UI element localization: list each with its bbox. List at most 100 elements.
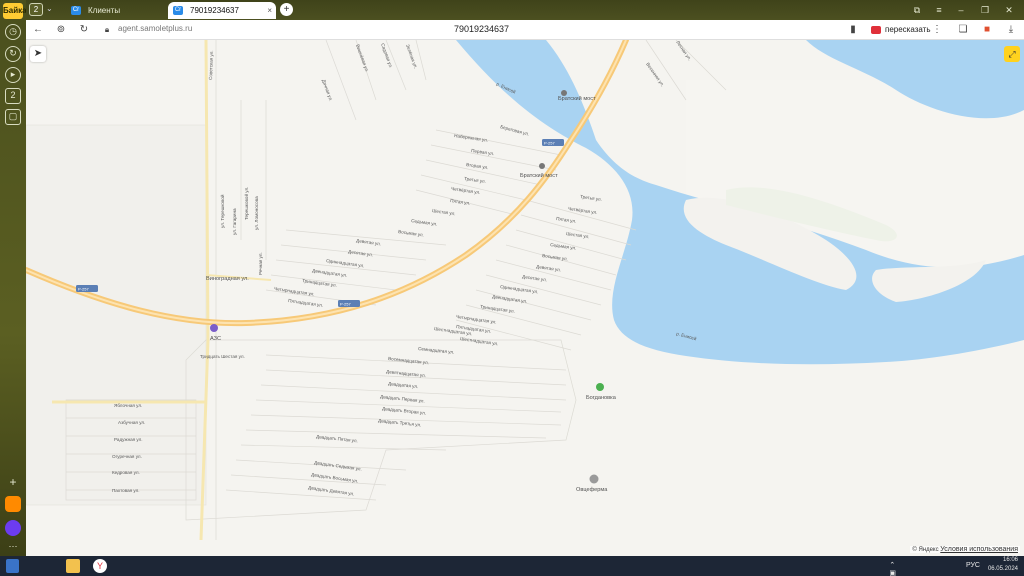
map-view[interactable]: Р-257 Р-257 Р-257 Братский мост Братский… <box>26 40 1024 556</box>
terms-link[interactable]: Условия использования <box>940 546 1018 553</box>
street-label: Десятая ул. <box>348 249 373 257</box>
browser-sidebar: Байка ◷ ↻ ▸ 2 ▢ + ⋯ <box>0 0 27 556</box>
tab-bar: 2 ⌄ Cr Клиенты Cr 79019234637 × + ⧉ ≡ – … <box>26 0 1024 20</box>
street-label: Двадцать Седьмая ул. <box>314 460 362 472</box>
bookmark-icon[interactable]: ▮ <box>846 23 860 37</box>
new-tab-button[interactable]: + <box>280 3 293 16</box>
tab-phone[interactable]: Cr 79019234637 × <box>168 2 276 19</box>
bridge-label: Братский мост <box>558 95 596 102</box>
address-bar: ← ⊚ ↻ 🔒︎ agent.samoletplus.ru 7901923463… <box>26 20 1024 40</box>
summarize-button[interactable]: пересказать <box>871 23 931 37</box>
street-label: Восьмая ул. <box>398 229 424 238</box>
street-label: Одиннадцатая ул. <box>500 284 539 294</box>
tab-favicon-icon: Cr <box>71 6 81 15</box>
extension-icon[interactable]: ■ <box>980 23 994 37</box>
expand-button[interactable]: ⤢ <box>1004 46 1020 62</box>
street-label: Тридцать Шестая ул. <box>200 354 245 359</box>
refresh-icon[interactable]: ↻ <box>5 46 21 62</box>
bridge-icon <box>539 163 545 169</box>
farm-label: Овцеферма <box>576 487 608 493</box>
street-label: Четвёртая ул. <box>568 206 598 215</box>
kebab-menu-icon[interactable]: ⋮ <box>930 23 944 37</box>
street-label: Яблочная ул. <box>114 403 142 408</box>
map-canvas[interactable]: Р-257 Р-257 Р-257 Братский мост Братский… <box>26 40 1024 556</box>
start-icon[interactable] <box>6 559 19 573</box>
street-label: Четырнадцатая ул. <box>456 314 497 325</box>
street-label: Двадцать Первая ул. <box>380 394 425 404</box>
clock-date[interactable]: 06.05.2024 <box>982 566 1018 572</box>
close-icon[interactable]: × <box>267 2 272 19</box>
street-label: Весенняя ул. <box>645 62 665 88</box>
street-label: Шестая ул. <box>432 208 456 216</box>
street-label: Третья ул. <box>464 176 486 184</box>
downloads-icon[interactable]: ⤓ <box>1004 23 1018 37</box>
street-label: Вторая ул. <box>466 162 489 170</box>
road-shield-label: Р-257 <box>340 302 351 307</box>
back-icon[interactable]: ← <box>31 23 45 37</box>
tab-manager-icon[interactable]: ⧉ <box>910 3 924 17</box>
street-label: Четвёртая ул. <box>451 186 481 195</box>
tab-label: 79019234637 <box>190 6 239 15</box>
street-label: Двадцать Третья ул. <box>378 418 422 428</box>
page-title: 79019234637 <box>454 24 510 34</box>
farm-icon <box>589 474 599 484</box>
locate-button[interactable]: ➤ <box>30 46 46 62</box>
collections-icon[interactable]: ▢ <box>5 109 21 125</box>
language-indicator[interactable]: РУС <box>966 562 980 569</box>
road-shield-label: Р-257 <box>78 287 89 292</box>
counter-badge[interactable]: 2 <box>5 88 21 104</box>
street-label: Двенадцатая ул. <box>492 294 528 304</box>
street-label: Речная ул. <box>258 252 263 275</box>
bridge-label: Братский мост <box>520 172 558 179</box>
street-label: Шестая ул. <box>566 231 590 239</box>
url-text[interactable]: agent.samoletplus.ru <box>118 24 192 33</box>
street-label: ул. Терешковой <box>219 194 225 228</box>
street-label: Десятая ул. <box>522 274 547 282</box>
street-label: Двадцать Вторая ул. <box>382 406 426 416</box>
street-label: Девятая ул. <box>356 238 382 246</box>
gas-station-label: АЗС <box>210 336 221 342</box>
street-label: Тринадцатая ул. <box>480 304 515 314</box>
more-icon[interactable]: ⋯ <box>5 540 21 556</box>
summarize-label: пересказать <box>885 25 931 34</box>
street-label: Пахтовая ул. <box>112 488 140 493</box>
history-icon[interactable]: ◷ <box>5 24 21 40</box>
street-label: Вишнёвая ул. <box>355 44 370 73</box>
street-label: Третья ул. <box>580 194 602 202</box>
close-window-icon[interactable]: ✕ <box>1002 3 1016 17</box>
protect-icon[interactable]: ⊚ <box>54 23 68 37</box>
street-label: Кедровая ул. <box>112 470 140 475</box>
street-label: Двадцать Пятая ул. <box>316 434 358 443</box>
street-label: Восьмая ул. <box>542 253 568 262</box>
street-label: Тринадцатая ул. <box>302 278 337 288</box>
chevron-down-icon[interactable]: ⌄ <box>46 4 53 13</box>
restore-icon[interactable]: ❐ <box>978 3 992 17</box>
file-explorer-icon[interactable] <box>66 559 80 573</box>
street-label: Береговая ул. <box>500 124 530 137</box>
browser-logo[interactable]: Байка <box>3 3 27 19</box>
street-label: Набережная ул. <box>454 133 489 143</box>
street-label: Садовая ул. <box>380 43 394 69</box>
mail-icon[interactable] <box>5 496 21 512</box>
street-label: Восемнадцатая ул. <box>388 356 429 365</box>
clock-time[interactable]: 16:06 <box>982 557 1018 563</box>
street-label: Одиннадцатая ул. <box>326 258 365 268</box>
alice-icon[interactable] <box>5 520 21 536</box>
add-icon[interactable]: + <box>5 476 21 492</box>
menu-icon[interactable]: ≡ <box>932 3 946 17</box>
minimize-icon[interactable]: – <box>954 3 968 17</box>
tray-icons[interactable]: ⌃ ▣ ◉ ▰ ◀︎ <box>889 561 896 576</box>
bookmarks-panel-icon[interactable]: ❏ <box>956 23 970 37</box>
street-label: Семнадцатая ул. <box>418 346 455 355</box>
street-label: ул. Ломоносова <box>254 196 259 230</box>
tab-counter[interactable]: 2 <box>29 3 43 16</box>
play-icon[interactable]: ▸ <box>5 67 21 83</box>
street-label: Пятнадцатая ул. <box>288 298 324 308</box>
street-label: Советская ул. <box>208 50 214 80</box>
yandex-browser-icon[interactable]: Y <box>93 559 107 573</box>
street-label: Азбучная ул. <box>118 420 145 425</box>
village-label: Богдановка <box>586 395 617 401</box>
reload-icon[interactable]: ↻ <box>77 23 91 37</box>
street-label: Двадцать Девятая ул. <box>308 485 355 496</box>
street-label: ул. Гагарина <box>232 208 237 235</box>
